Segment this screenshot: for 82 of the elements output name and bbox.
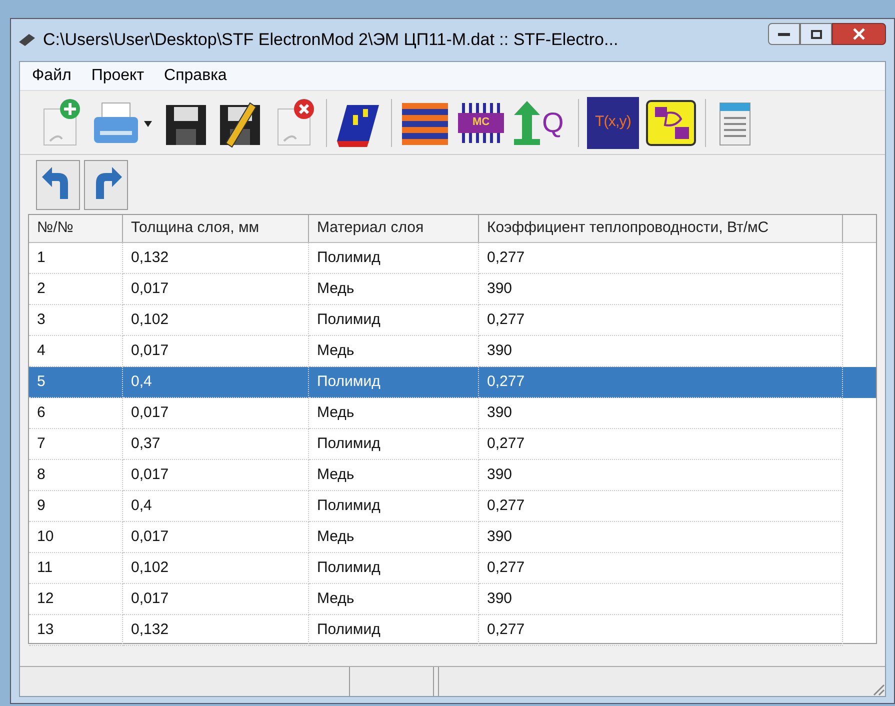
table-cell: 0,4 (123, 491, 309, 522)
table-cell: Медь (309, 274, 479, 305)
table-cell: 6 (29, 398, 123, 429)
column-header[interactable]: Материал слоя (309, 215, 479, 242)
table-cell: 390 (479, 460, 843, 491)
function-label: T(x,y) (594, 112, 632, 132)
table-cell: 0,102 (123, 305, 309, 336)
table-cell: 0,4 (123, 367, 309, 398)
table-cell: 1 (29, 243, 123, 274)
table-cell: 0,277 (479, 429, 843, 460)
table-cell: 0,017 (123, 584, 309, 615)
toolbar-button[interactable]: T(x,y) (587, 96, 639, 148)
menu-item[interactable]: Проект (91, 64, 144, 88)
table-cell: Полимид (309, 367, 479, 398)
table-cell: Медь (309, 398, 479, 429)
column-header[interactable]: Толщина слоя, мм (123, 215, 309, 242)
table-cell: Полимид (309, 615, 479, 646)
table-cell: Полимид (309, 553, 479, 584)
minimize-button[interactable] (768, 23, 800, 45)
table-row[interactable]: 6 0,017 Медь 390 (29, 398, 876, 429)
column-header[interactable]: №/№ (29, 215, 123, 242)
menu-item[interactable]: Справка (164, 64, 227, 88)
chip-label: MC (472, 115, 490, 130)
table-cell: 0,017 (123, 398, 309, 429)
table-cell: 0,277 (479, 243, 843, 274)
table-cell: 12 (29, 584, 123, 615)
table-cell: 9 (29, 491, 123, 522)
window-title: C:\Users\User\Desktop\STF ElectronMod 2\ЭМ ЦП11-М.dat :: STF-Electro... (43, 29, 618, 52)
close-icon (853, 28, 865, 40)
table-cell: 11 (29, 553, 123, 584)
table-cell: 0,277 (479, 553, 843, 584)
table-row[interactable]: 11 0,102 Полимид 0,277 (29, 553, 876, 584)
maximize-button[interactable] (800, 23, 832, 45)
redo-icon[interactable] (84, 160, 128, 210)
table-cell: 0,132 (123, 615, 309, 646)
arrow-label: Q (542, 108, 564, 136)
table-cell: 390 (479, 398, 843, 429)
table-cell: 0,132 (123, 243, 309, 274)
table-cell: 0,102 (123, 553, 309, 584)
table-row[interactable]: 7 0,37 Полимид 0,277 (29, 429, 876, 460)
column-header[interactable]: Коэффициент теплопроводности, Вт/мС (479, 215, 843, 242)
table-cell: 0,277 (479, 491, 843, 522)
table-row[interactable]: 10 0,017 Медь 390 (29, 522, 876, 553)
table-cell: 0,277 (479, 615, 843, 646)
toolbar-button[interactable]: Q (512, 96, 570, 148)
app-icon (19, 34, 35, 46)
table-cell: 0,277 (479, 367, 843, 398)
table-cell: 390 (479, 274, 843, 305)
table-row[interactable]: 3 0,102 Полимид 0,277 (29, 305, 876, 336)
table-cell: 10 (29, 522, 123, 553)
table-row[interactable]: 2 0,017 Медь 390 (29, 274, 876, 305)
table-row[interactable]: 13 0,132 Полимид 0,277 (29, 615, 876, 646)
table-cell: Полимид (309, 243, 479, 274)
table-cell: 0,017 (123, 522, 309, 553)
table-cell: 7 (29, 429, 123, 460)
table-cell: 0,017 (123, 460, 309, 491)
table-row[interactable]: 12 0,017 Медь 390 (29, 584, 876, 615)
resize-grip-icon (871, 682, 885, 696)
table-cell: 5 (29, 367, 123, 398)
table-cell: 13 (29, 615, 123, 646)
menu-item[interactable]: Файл (32, 64, 72, 88)
undo-icon[interactable] (36, 160, 80, 210)
table-cell: Медь (309, 584, 479, 615)
table-cell: 390 (479, 584, 843, 615)
table-cell: 8 (29, 460, 123, 491)
table-cell: 0,277 (479, 305, 843, 336)
table-cell: 0,37 (123, 429, 309, 460)
table-row[interactable]: 8 0,017 Медь 390 (29, 460, 876, 491)
table-cell: Медь (309, 522, 479, 553)
table-cell: Полимид (309, 429, 479, 460)
table-cell: Полимид (309, 305, 479, 336)
table-row[interactable]: 1 0,132 Полимид 0,277 (29, 243, 876, 274)
table-cell: 3 (29, 305, 123, 336)
table-cell: Медь (309, 460, 479, 491)
close-button[interactable] (832, 23, 886, 45)
table-row[interactable]: 9 0,4 Полимид 0,277 (29, 491, 876, 522)
table-cell: 2 (29, 274, 123, 305)
table-cell: 390 (479, 522, 843, 553)
table-cell: 0,017 (123, 274, 309, 305)
table-cell: Полимид (309, 491, 479, 522)
table-row[interactable]: 5 0,4 Полимид 0,277 (29, 367, 876, 398)
toolbar-button[interactable]: MC (456, 96, 506, 148)
